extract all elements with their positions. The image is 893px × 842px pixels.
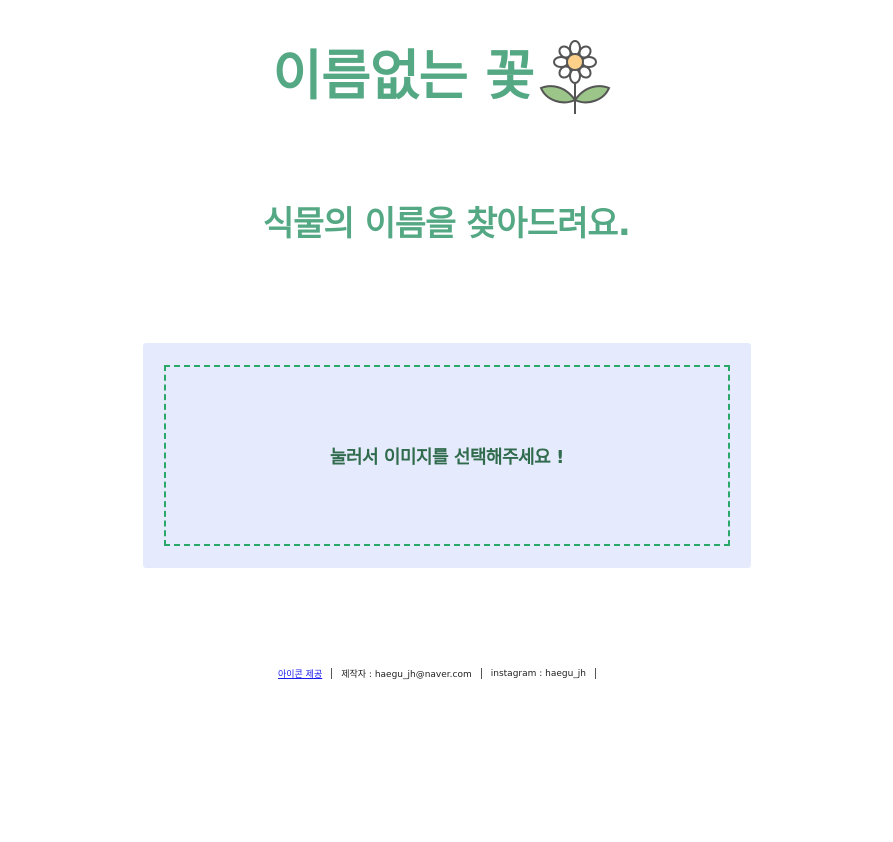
- icon-credit-link[interactable]: 아이콘 제공: [278, 667, 322, 680]
- logo[interactable]: 이름없는 꽃: [273, 36, 612, 116]
- daisy-flower-icon: [539, 40, 611, 114]
- footer-divider: [595, 668, 597, 679]
- footer-divider: [480, 668, 482, 679]
- logo-text: 이름없는 꽃: [273, 44, 535, 107]
- maker-info: 제작자 : haegu_jh@naver.com: [341, 670, 472, 680]
- footer: 아이콘 제공 제작자 : haegu_jh@naver.com instagra…: [0, 667, 893, 680]
- instagram-info: instagram : haegu_jh: [490, 668, 587, 679]
- page-subtitle: 식물의 이름을 찾아드려요.: [263, 204, 631, 244]
- footer-divider: [331, 668, 333, 679]
- page: 이름없는 꽃 식물의 이름을 찾아드려요. 눌러서 이미지를 선택해주세요 ! …: [0, 0, 893, 842]
- upload-label: 눌러서 이미지를 선택해주세요 !: [330, 446, 564, 468]
- image-upload-dropzone[interactable]: 눌러서 이미지를 선택해주세요 !: [164, 365, 730, 546]
- upload-panel: 눌러서 이미지를 선택해주세요 !: [143, 343, 751, 568]
